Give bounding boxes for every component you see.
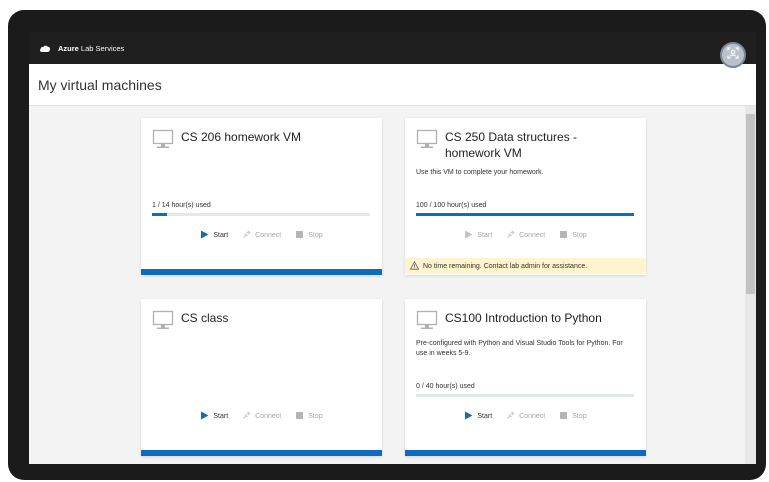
vm-card: CS class Start Connect Stop xyxy=(141,299,382,456)
usage-progress-bar xyxy=(416,394,634,397)
azure-cloud-icon xyxy=(39,42,51,54)
brand-name[interactable]: Azure Lab Services xyxy=(58,44,124,53)
usage-progress-bar xyxy=(416,213,634,216)
vm-card: CS100 Introduction to Python Pre-configu… xyxy=(405,299,646,456)
plug-icon xyxy=(242,411,251,422)
vm-title: CS class xyxy=(181,311,229,325)
play-icon xyxy=(200,230,209,241)
warning-text: No time remaining. Contact lab admin for… xyxy=(423,262,588,270)
vm-actions: Start Connect Stop xyxy=(141,230,382,241)
vm-title: CS100 Introduction to Python xyxy=(445,311,602,325)
usage-text: 0 / 40 hour(s) used xyxy=(416,383,475,390)
stop-button[interactable]: Stop xyxy=(559,230,587,241)
stop-icon xyxy=(295,230,304,241)
usage-text: 100 / 100 hour(s) used xyxy=(416,202,487,209)
play-icon xyxy=(464,411,473,422)
vm-card: CS 250 Data structures - homework VM Use… xyxy=(405,118,646,275)
start-button[interactable]: Start xyxy=(464,230,492,241)
page-header: My virtual machines xyxy=(29,64,756,106)
vm-actions: Start Connect Stop xyxy=(405,230,646,241)
monitor-icon xyxy=(416,128,438,150)
plug-icon xyxy=(506,411,515,422)
monitor-icon xyxy=(152,128,174,150)
warning-banner: No time remaining. Contact lab admin for… xyxy=(405,258,646,274)
vm-description: Pre-configured with Python and Visual St… xyxy=(416,340,623,357)
play-icon xyxy=(464,230,473,241)
stop-button[interactable]: Stop xyxy=(295,230,323,241)
vm-description: Use this VM to complete your homework. xyxy=(416,169,544,176)
start-button[interactable]: Start xyxy=(200,411,228,422)
vm-actions: Start Connect Stop xyxy=(405,411,646,422)
page-title: My virtual machines xyxy=(38,76,162,93)
usage-progress-bar xyxy=(152,213,370,216)
connect-button[interactable]: Connect xyxy=(242,411,281,422)
vm-actions: Start Connect Stop xyxy=(141,411,382,422)
usage-progress-fill xyxy=(152,213,168,216)
card-accent-bar xyxy=(405,450,646,456)
stop-icon xyxy=(559,230,568,241)
app-screen: Azure Lab Services My virtual machines C… xyxy=(29,32,756,464)
card-accent-bar xyxy=(141,269,382,275)
scrollbar-thumb[interactable] xyxy=(746,114,755,294)
connect-button[interactable]: Connect xyxy=(506,411,545,422)
monitor-icon xyxy=(152,309,174,331)
vm-title: CS 250 Data structures - homework VM xyxy=(445,130,578,160)
connect-button[interactable]: Connect xyxy=(506,230,545,241)
stop-icon xyxy=(559,411,568,422)
usage-progress-fill xyxy=(416,213,634,216)
stop-button[interactable]: Stop xyxy=(295,411,323,422)
top-bar: Azure Lab Services xyxy=(29,32,756,64)
usage-text: 1 / 14 hour(s) used xyxy=(152,202,211,209)
vm-card: CS 206 homework VM 1 / 14 hour(s) used S… xyxy=(141,118,382,275)
user-icon xyxy=(726,46,740,65)
card-accent-bar xyxy=(141,450,382,456)
warning-icon xyxy=(409,260,420,272)
start-button[interactable]: Start xyxy=(200,230,228,241)
stop-button[interactable]: Stop xyxy=(559,411,587,422)
play-icon xyxy=(200,411,209,422)
start-button[interactable]: Start xyxy=(464,411,492,422)
plug-icon xyxy=(242,230,251,241)
connect-button[interactable]: Connect xyxy=(242,230,281,241)
monitor-icon xyxy=(416,309,438,331)
vm-title: CS 206 homework VM xyxy=(181,130,302,144)
stop-icon xyxy=(295,411,304,422)
avatar[interactable] xyxy=(720,42,746,68)
plug-icon xyxy=(506,230,515,241)
